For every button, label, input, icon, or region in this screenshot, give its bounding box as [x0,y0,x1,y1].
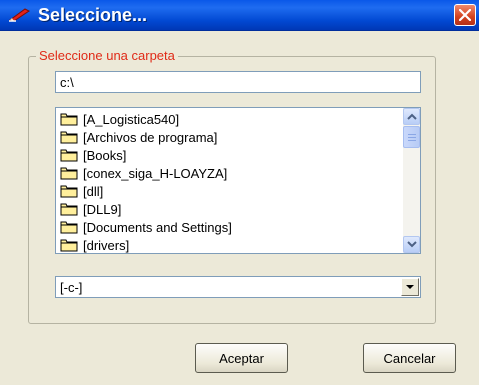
drive-dropdown[interactable]: [-c-] [55,276,421,298]
window-title: Seleccione... [38,5,148,25]
folder-item[interactable]: [A_Logistica540] [60,110,179,128]
grip-line [408,137,416,138]
folder-label: [dll] [83,183,104,199]
folder-select-dialog: Seleccione... Seleccione una carpeta c:\… [0,0,479,385]
scroll-thumb[interactable] [403,126,420,148]
folder-item[interactable]: [Documents and Settings] [60,218,232,236]
folder-icon [60,167,78,180]
folder-icon [60,239,78,252]
folder-label: [drivers] [83,237,130,253]
pencil-icon [8,8,30,22]
dropdown-button[interactable] [401,278,419,296]
folder-item[interactable]: [Books] [60,146,126,164]
folder-item[interactable]: [DLL9] [60,200,121,218]
title-bar[interactable]: Seleccione... [0,0,479,31]
grip-line [408,134,416,135]
current-path-field[interactable]: c:\ [55,71,421,93]
folder-icon [60,113,78,126]
chevron-up-icon [407,113,417,120]
group-legend: Seleccione una carpeta [36,48,178,63]
accept-button[interactable]: Aceptar [195,343,288,373]
folder-list[interactable]: [A_Logistica540] [Archivos de programa] … [55,107,421,254]
folder-icon [60,221,78,234]
folder-label: [conex_siga_H-LOAYZA] [83,165,228,181]
close-icon [459,9,471,21]
scroll-down-button[interactable] [403,236,420,253]
folder-item[interactable]: [conex_siga_H-LOAYZA] [60,164,227,182]
folder-label: [Archivos de programa] [83,129,218,145]
folder-label: [Books] [83,147,127,163]
cancel-button[interactable]: Cancelar [363,343,456,373]
grip-line [408,140,416,141]
drive-selected-value: [-c-] [60,280,83,295]
folder-label: [Documents and Settings] [83,219,232,235]
folder-item[interactable]: [dll] [60,182,103,200]
folder-label: [DLL9] [83,201,122,217]
dropdown-arrow-icon [406,285,414,289]
folder-icon [60,185,78,198]
folder-item[interactable]: [drivers] [60,236,130,253]
chevron-down-icon [407,241,417,248]
close-button[interactable] [454,4,476,26]
folder-label: [A_Logistica540] [83,111,180,127]
folder-icon [60,149,78,162]
folder-item[interactable]: [Archivos de programa] [60,128,217,146]
vertical-scrollbar[interactable] [403,108,420,253]
scroll-up-button[interactable] [403,108,420,125]
folder-icon [60,203,78,216]
folder-icon [60,131,78,144]
